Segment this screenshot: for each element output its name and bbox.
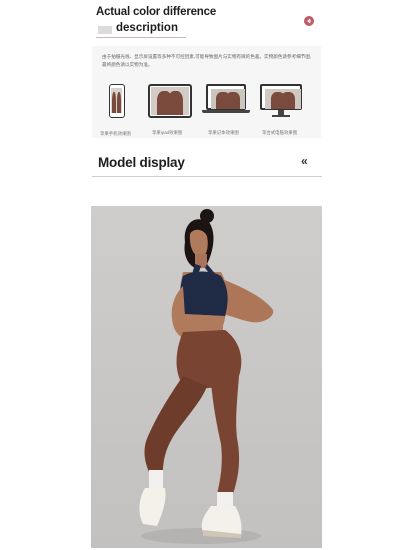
model-photo — [91, 206, 322, 548]
header-title-line1: Actual color difference — [96, 6, 217, 18]
header-underline — [96, 37, 186, 38]
device-label-phone: 苹果手机效果图 — [100, 131, 131, 136]
color-difference-panel: 由于拍摄光线、显示屏设置等多种不可控因素,可能导致图片与实物有微的色差。实物颜色… — [92, 46, 321, 138]
color-difference-header: Actual color difference description — [90, 0, 322, 44]
double-chevron-left-icon[interactable]: « — [301, 154, 308, 168]
tablet-icon: 苹果ipad效果图 — [148, 84, 192, 135]
model-section-divider — [92, 176, 322, 177]
device-label-tablet: 苹果ipad效果图 — [152, 130, 183, 135]
device-label-laptop: 苹果记本效果图 — [208, 130, 239, 135]
back-arrow-icon[interactable] — [304, 16, 314, 26]
color-difference-text: 由于拍摄光线、显示屏设置等多种不可控因素,可能导致图片与实物有微的色差。实物颜色… — [102, 54, 312, 67]
laptop-icon: 苹果记本效果图 — [202, 84, 250, 135]
model-display-title: Model display — [98, 155, 185, 170]
monitor-icon: 苹台式电脑效果图 — [260, 84, 302, 135]
phone-icon: 苹果手机效果图 — [100, 84, 131, 136]
header-title-line2: description — [98, 22, 178, 34]
model-figure — [139, 209, 274, 544]
device-label-monitor: 苹台式电脑效果图 — [262, 130, 298, 135]
